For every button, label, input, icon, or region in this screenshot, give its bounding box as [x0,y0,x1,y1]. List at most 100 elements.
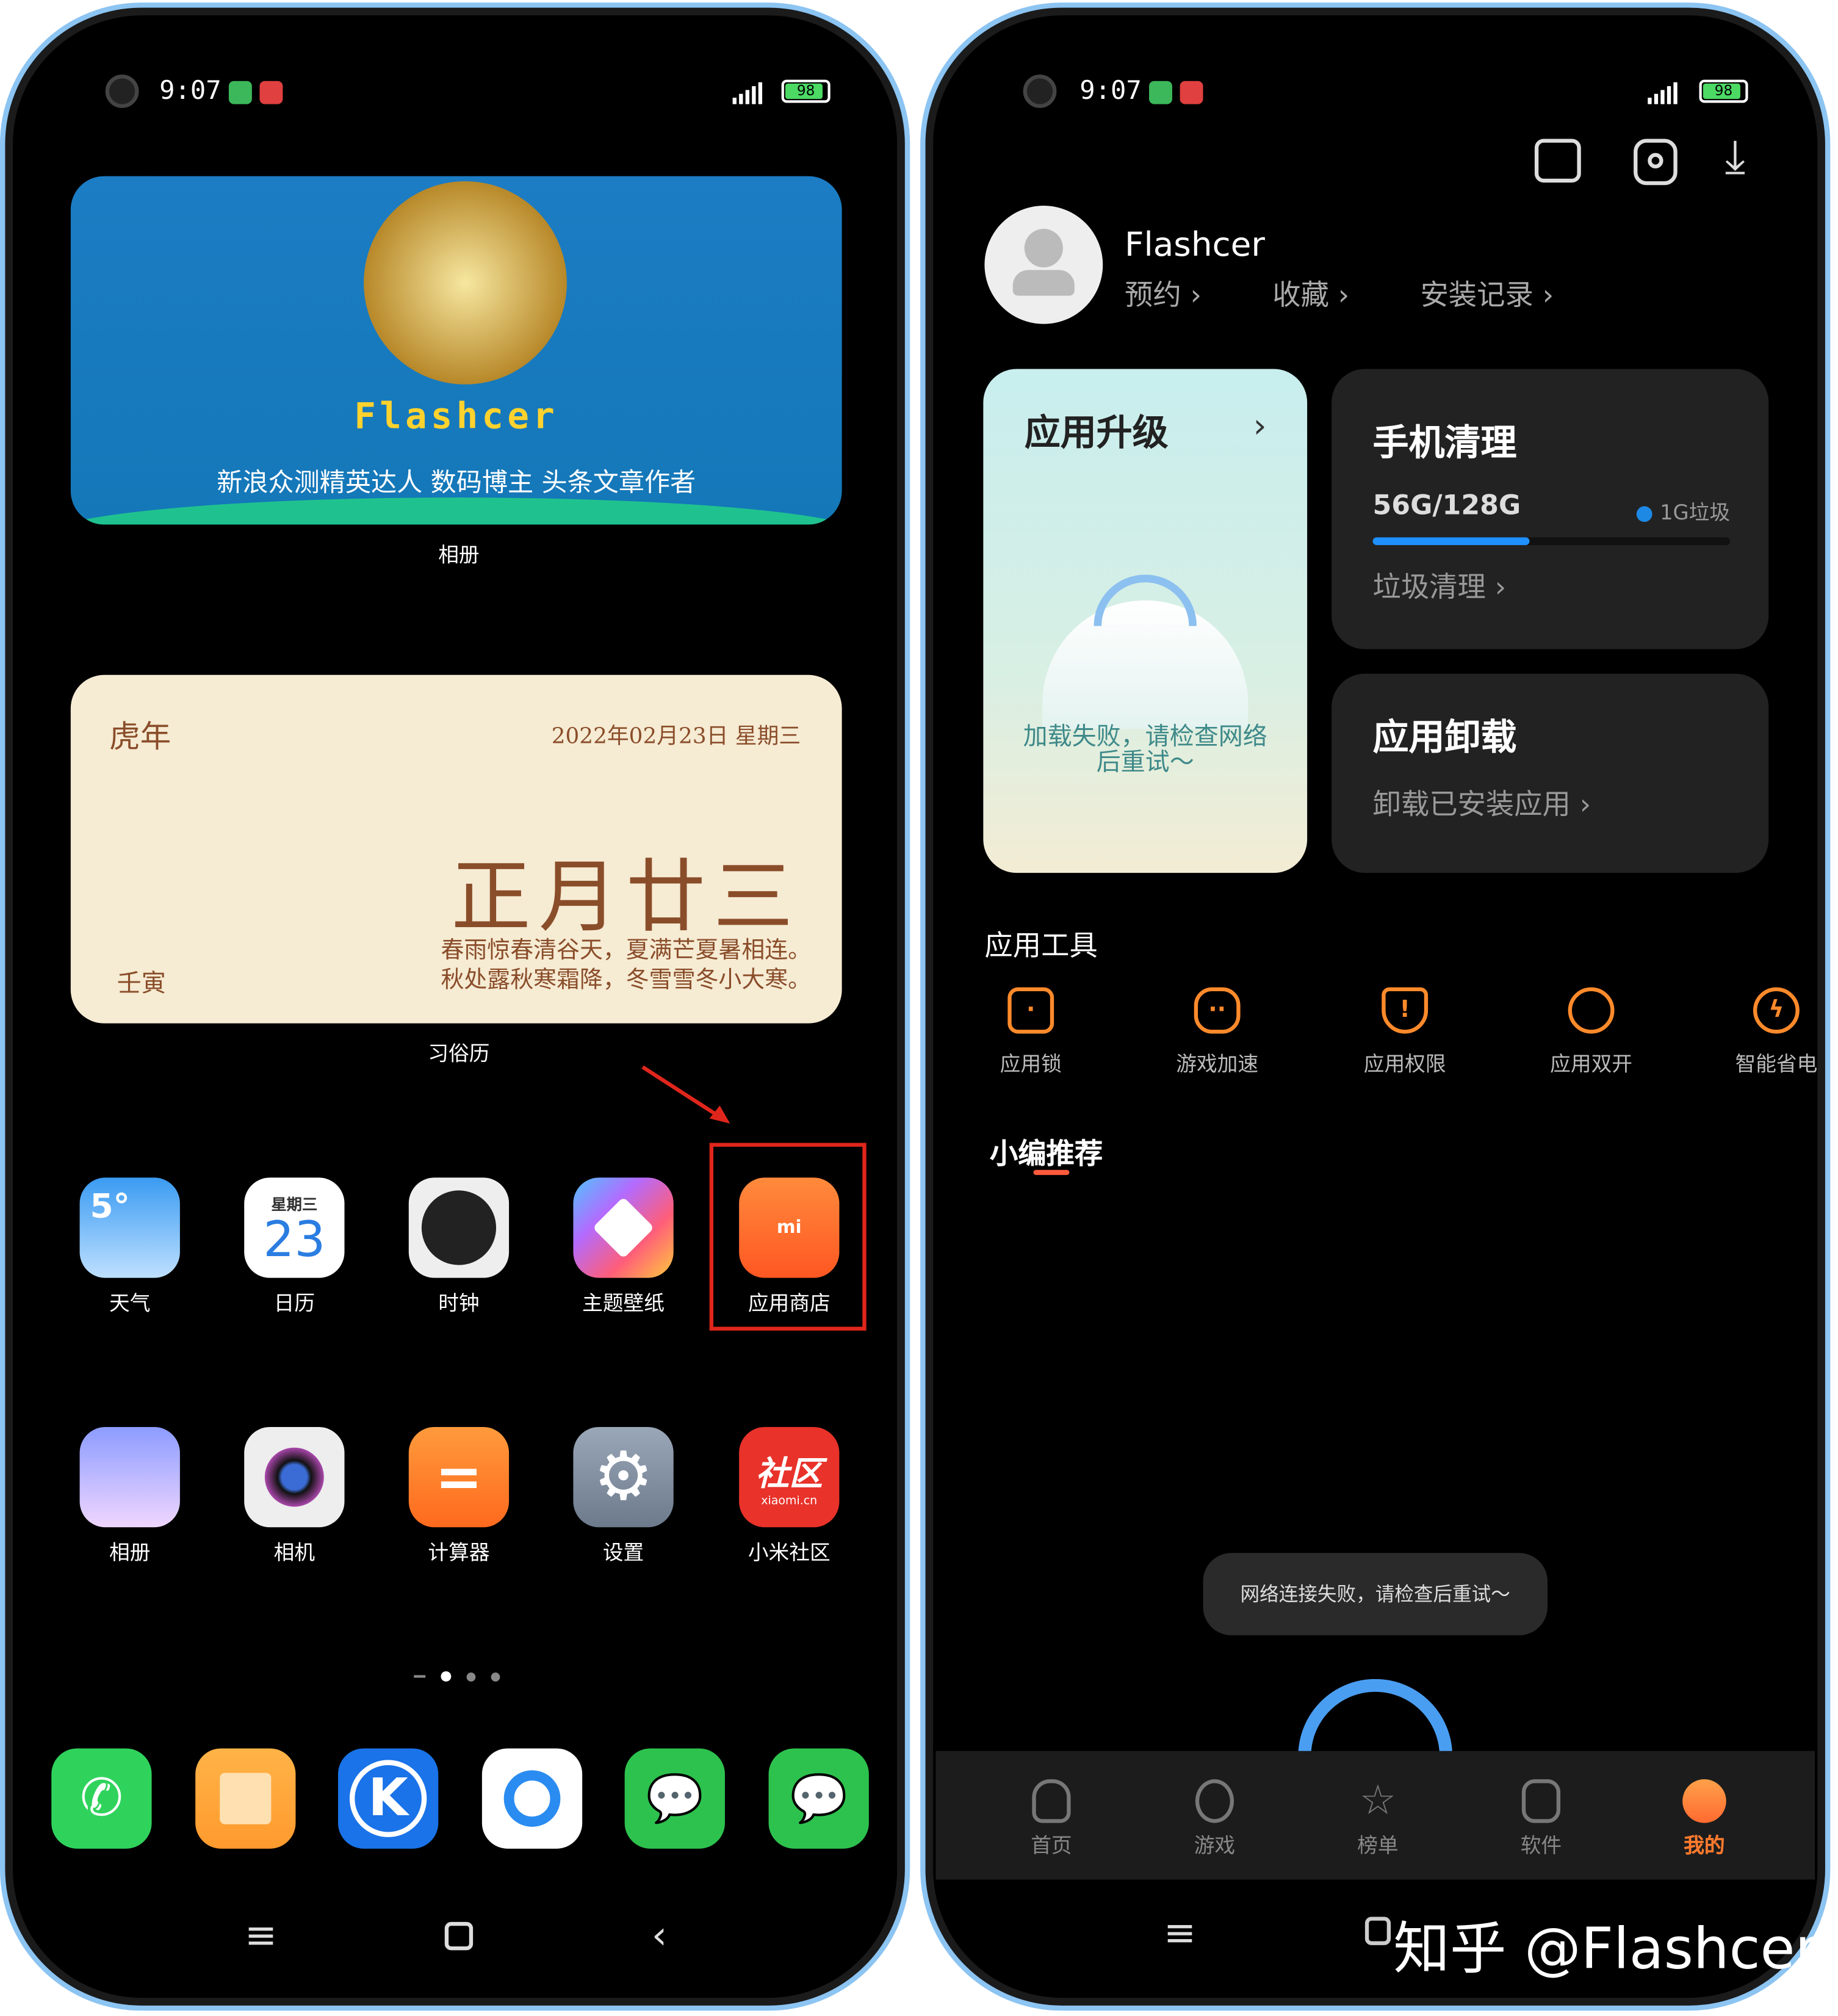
tab-rankings[interactable]: ☆ 榜单 [1357,1779,1398,1859]
tab-mine[interactable]: 我的 [1682,1779,1726,1859]
back-nav-button[interactable]: ‹ [652,1913,667,1959]
app-label: 天气 [109,1290,151,1315]
settings-app-icon[interactable]: ⚙ [573,1426,674,1528]
wechat-icon[interactable]: 💬 [768,1748,869,1849]
right-phone-app-store: 9:07 98 ⤓ Flashcer 预约 › 收藏 › 安装记录 › 应用升级… [920,2,1831,2011]
notification-icon [1149,80,1173,104]
calendar-widget[interactable]: 虎年 2022年02月23日 星期三 正月廿三 春雨惊春清谷天，夏满芒夏暑相连。… [70,674,842,1024]
recommend-section-title[interactable]: 小编推荐 [990,1132,1103,1172]
notes-icon[interactable] [195,1748,296,1849]
card-title: 应用升级 [1024,411,1169,454]
calendar-widget-label: 习俗历 [428,1041,490,1066]
card-title: 手机清理 [1372,421,1517,464]
pacman-icon [1195,1779,1234,1823]
network-error-illustration [1298,1678,1453,1757]
battery-icon: 98 [781,79,831,103]
active-tab-underline [1033,1169,1070,1176]
menu-nav-button[interactable]: ≡ [245,1913,277,1959]
logo-medallion [364,181,567,385]
profile-link-favorites[interactable]: 收藏 › [1272,273,1349,314]
lightning-icon: ϟ [1753,987,1800,1034]
tab-games[interactable]: 游戏 [1194,1779,1235,1859]
app-label: 相册 [109,1540,151,1565]
calculator-app-icon[interactable]: = [408,1426,510,1528]
app-label: 设置 [602,1540,644,1565]
tab-software[interactable]: 软件 [1521,1779,1562,1859]
profile-link-install-history[interactable]: 安装记录 › [1420,273,1554,314]
status-bar: 9:07 [1079,74,1203,108]
tool-game-boost[interactable]: ·· 游戏加速 [1176,987,1258,1077]
card-title: 应用卸载 [1372,716,1517,759]
tool-battery-saver[interactable]: ϟ 智能省电 [1735,987,1817,1077]
signal-icon [1648,82,1678,104]
uninstall-apps-link[interactable]: 卸载已安装应用 › [1373,782,1591,823]
lock-icon: · [1007,987,1054,1034]
red-arrow-annotation [641,1065,730,1124]
junk-cleanup-link[interactable]: 垃圾清理 › [1373,565,1507,605]
calendar-app-icon[interactable]: 星期三 23 [244,1177,345,1278]
browser-icon[interactable] [481,1748,583,1849]
message-icon[interactable] [1534,139,1581,183]
app-label: 小米社区 [748,1540,831,1565]
app-uninstall-card[interactable]: 应用卸载 卸载已安装应用 › [1332,673,1769,873]
app-label: 应用商店 [748,1290,831,1315]
photo-widget[interactable]: Flashcer 新浪众测精英达人 数码博主 头条文章作者 [70,176,842,525]
menu-nav-button[interactable]: ≡ [1164,1911,1196,1956]
weather-app-icon[interactable]: 5° [79,1177,180,1278]
app-label: 时钟 [438,1290,480,1315]
clock-app-icon[interactable] [408,1177,510,1278]
avatar[interactable] [984,206,1103,324]
profile-link-reservations[interactable]: 预约 › [1125,273,1202,314]
year-label: 虎年 [109,718,171,755]
camera-app-icon[interactable] [244,1426,345,1528]
ganzhi-label: 壬寅 [117,969,166,998]
download-icon[interactable]: ⤓ [1725,131,1746,185]
calendar-date: 2022年02月23日 星期三 [551,723,801,750]
zhihu-watermark: 知乎 @Flashcer [1393,1917,1818,1982]
front-camera [1023,74,1057,108]
junk-size: ● 1G垃圾 [1635,500,1731,525]
app-label: 日历 [273,1290,315,1315]
status-time: 9:07 [1079,74,1142,106]
home-nav-button[interactable] [444,1921,474,1951]
app-label: 计算器 [428,1540,490,1565]
tab-home[interactable]: 首页 [1031,1779,1072,1859]
status-bar: 9:07 [159,74,283,108]
notification-icon [259,80,283,104]
dual-circles-icon [1568,987,1615,1034]
gallery-app-icon[interactable] [79,1426,180,1528]
kugou-icon[interactable]: K [337,1748,439,1849]
home-nav-button[interactable] [1364,1917,1391,1945]
gamepad-icon: ·· [1194,987,1241,1034]
app-label: 相机 [273,1540,315,1565]
tools-section-title: 应用工具 [984,930,1098,963]
phone-cleanup-card[interactable]: 手机清理 56G/128G ● 1G垃圾 垃圾清理 › [1332,369,1769,649]
wechat-clone-icon[interactable]: 💬 [624,1748,725,1849]
banner-tagline: 新浪众测精英达人 数码博主 头条文章作者 [217,466,696,498]
bottom-tab-bar: 首页 游戏 ☆ 榜单 软件 我的 [935,1750,1815,1880]
mi-community-app-icon[interactable]: 社区 xiaomi.cn [739,1426,840,1528]
app-label: 主题壁纸 [582,1290,665,1315]
home-icon [1032,1779,1071,1823]
status-time: 9:07 [159,74,222,106]
themes-app-icon[interactable] [573,1177,674,1278]
lunar-date: 正月廿三 [451,850,801,944]
star-icon: ☆ [1359,1775,1397,1824]
network-error-toast: 网络连接失败，请检查后重试～ [1203,1553,1548,1636]
tool-dual-apps[interactable]: 应用双开 [1550,987,1632,1077]
tool-app-permissions[interactable]: ! 应用权限 [1364,987,1446,1077]
load-error-text: 加载失败，请检查网络后重试～ [1023,722,1267,777]
page-indicator[interactable] [414,1671,500,1682]
phone-icon[interactable]: ✆ [51,1748,152,1849]
signal-icon [732,82,763,104]
settings-icon[interactable] [1634,139,1678,186]
storage-usage: 56G/128G [1372,490,1521,521]
storage-progress-fill [1372,537,1530,546]
tool-app-lock[interactable]: · 应用锁 [1000,987,1062,1077]
wifi-icon [1094,574,1197,626]
smile-icon [1682,1779,1726,1823]
app-upgrade-card[interactable]: 应用升级 › 加载失败，请检查网络后重试～ [983,369,1308,873]
bag-icon [1521,1779,1561,1823]
app-store-icon[interactable]: mi [739,1177,840,1278]
storage-progress-bar [1372,537,1731,546]
